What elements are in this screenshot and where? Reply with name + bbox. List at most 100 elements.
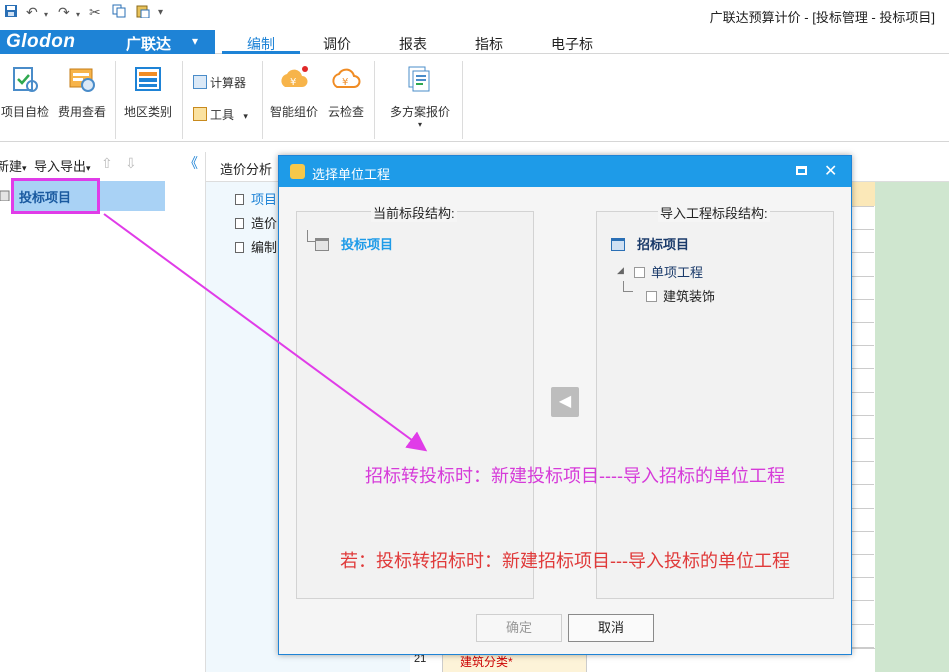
cloud-check-button[interactable]: ¥ 云检查 [324, 65, 368, 120]
tree-item-single-project[interactable]: 单项工程 [634, 262, 703, 281]
nav-item-cost[interactable]: 造价 [235, 213, 277, 232]
import-export-button[interactable]: 导入导出▾ [34, 156, 91, 175]
region-type-label: 地区类别 [123, 105, 172, 119]
confirm-button[interactable]: 确定 [476, 614, 562, 642]
redo-dropdown-icon[interactable]: ▾ [76, 10, 80, 19]
annotation-highlight-box [11, 178, 100, 214]
ribbon-tab-bar: Glodon 广联达 ▾ 编制 调价 报表 指标 电子标 [0, 30, 949, 54]
grid-row-line [850, 322, 874, 323]
active-tab-indicator [222, 51, 300, 54]
region-type-button[interactable]: 地区类别 [122, 65, 174, 120]
customize-quick-access-icon[interactable]: ▾ [158, 7, 163, 18]
annotation-red-text: 若：投标转招标时：新建招标项目---导入投标的单位工程 [340, 551, 790, 571]
import-export-label: 导入导出 [34, 159, 87, 174]
grid-row-line [850, 508, 874, 509]
import-section-caption: 导入工程标段结构: [658, 203, 770, 222]
brand-name: 广联达 [126, 36, 172, 53]
cut-icon[interactable]: ✂ [89, 4, 101, 21]
calculator-button[interactable]: 计算器 [193, 74, 246, 91]
cancel-button[interactable]: 取消 [568, 614, 654, 642]
current-section-panel [296, 211, 534, 599]
dialog-title: 选择单位工程 [312, 167, 391, 182]
window-title: 广联达预算计价 - [投标管理 - 投标项目] [709, 10, 935, 25]
smart-price-label: 智能组价 [269, 105, 318, 119]
grid-row-line [850, 461, 874, 462]
project-check-label: 项目自检 [0, 105, 49, 119]
undo-icon[interactable]: ↶ [26, 4, 38, 21]
multi-quote-button[interactable]: 多方案报价 ▾ [384, 65, 456, 130]
grid-row-line [850, 368, 874, 369]
close-icon[interactable]: ✕ [824, 161, 837, 181]
cloud-check-label: 云检查 [327, 105, 364, 119]
grid-row-line [850, 392, 874, 393]
paste-icon[interactable] [136, 4, 150, 21]
annotation-pink-text: 招标转投标时：新建投标项目----导入招标的单位工程 [365, 466, 785, 486]
collapse-panel-icon[interactable]: 《 [184, 153, 198, 173]
move-down-icon[interactable]: ⇩ [125, 155, 137, 172]
move-up-icon[interactable]: ⇧ [101, 155, 113, 172]
current-root-label: 投标项目 [341, 237, 394, 252]
ribbon: 项目自检 费用查看 地区类别 计算器 工具 ▾ ¥ 智能组价 ¥ 云检查 多方案… [0, 55, 949, 142]
grid-row-line [850, 229, 874, 230]
smart-price-button[interactable]: ¥ 智能组价 [268, 65, 320, 120]
document-icon [235, 218, 244, 229]
calculator-label: 计算器 [210, 76, 247, 90]
app-menu-button[interactable]: Glodon 广联达 ▾ [0, 30, 215, 54]
fee-view-button[interactable]: 费用查看 [56, 65, 108, 120]
save-icon[interactable] [4, 4, 18, 21]
tab-cost-analysis[interactable]: 造价分析 [220, 159, 272, 178]
smart-price-icon: ¥ [279, 65, 309, 95]
building-icon [0, 189, 10, 204]
cloud-check-icon: ¥ [331, 65, 361, 95]
grid-row-line [850, 345, 874, 346]
tab-indicators[interactable]: 指标 [475, 34, 503, 54]
nav-item-label: 项目 [251, 192, 278, 207]
grid-row-line [850, 438, 874, 439]
move-left-button[interactable]: ◀ [551, 387, 579, 417]
tab-e-bidding[interactable]: 电子标 [551, 34, 593, 54]
ribbon-separator [115, 61, 116, 139]
nav-item-project[interactable]: 项目 [235, 189, 277, 208]
row-text: 建筑分类* [460, 655, 513, 669]
project-tree [0, 176, 205, 672]
tab-reports[interactable]: 报表 [399, 34, 427, 54]
import-tree-root[interactable]: 招标项目 [611, 234, 689, 253]
copy-icon[interactable] [112, 4, 126, 21]
side-panel [875, 182, 949, 672]
tools-button[interactable]: 工具 ▾ [193, 106, 248, 123]
grid-row-line [850, 600, 874, 601]
tab-adjust-price[interactable]: 调价 [323, 34, 351, 54]
grid-row-line [850, 299, 874, 300]
single-project-label: 单项工程 [651, 265, 704, 280]
grid-row-line [850, 276, 874, 277]
title-bar: ↶ ▾ ↷ ▾ ✂ ▾ 广联达预算计价 - [投标管理 - 投标项目] [0, 0, 949, 30]
dialog-app-icon [290, 164, 305, 179]
arrow-left-icon: ◀ [558, 393, 572, 410]
ribbon-separator [182, 61, 183, 139]
checkbox[interactable] [634, 267, 645, 278]
fee-view-icon [67, 65, 97, 95]
nav-item-label: 造价 [251, 216, 278, 231]
current-tree-root[interactable]: 投标项目 [315, 234, 393, 253]
redo-icon[interactable]: ↷ [58, 4, 70, 21]
fee-view-label: 费用查看 [57, 105, 106, 119]
maximize-icon[interactable] [796, 166, 807, 175]
svg-text:¥: ¥ [342, 77, 348, 88]
ribbon-separator [374, 61, 375, 139]
new-button[interactable]: 新建▾ [0, 156, 27, 175]
select-unit-project-dialog: 选择单位工程 ✕ 当前标段结构: 投标项目 ◀ 导入工程标段结构: 招标项目 ◢… [278, 155, 852, 655]
tree-item-building-decoration[interactable]: 建筑装饰 [646, 286, 715, 305]
document-icon [235, 242, 244, 253]
nav-item-compile[interactable]: 编制 [235, 237, 277, 256]
brand-logo: Glodon [6, 31, 76, 52]
document-icon [235, 194, 244, 205]
region-type-icon [133, 65, 163, 95]
chevron-down-icon: ▾ [417, 120, 422, 129]
checkbox[interactable] [646, 291, 657, 302]
chevron-down-icon: ▾ [22, 163, 27, 173]
undo-dropdown-icon[interactable]: ▾ [44, 10, 48, 19]
tree-connector [623, 281, 633, 292]
expand-triangle-icon[interactable]: ◢ [617, 265, 624, 276]
multi-quote-icon [405, 65, 435, 95]
project-check-button[interactable]: 项目自检 [0, 65, 50, 120]
